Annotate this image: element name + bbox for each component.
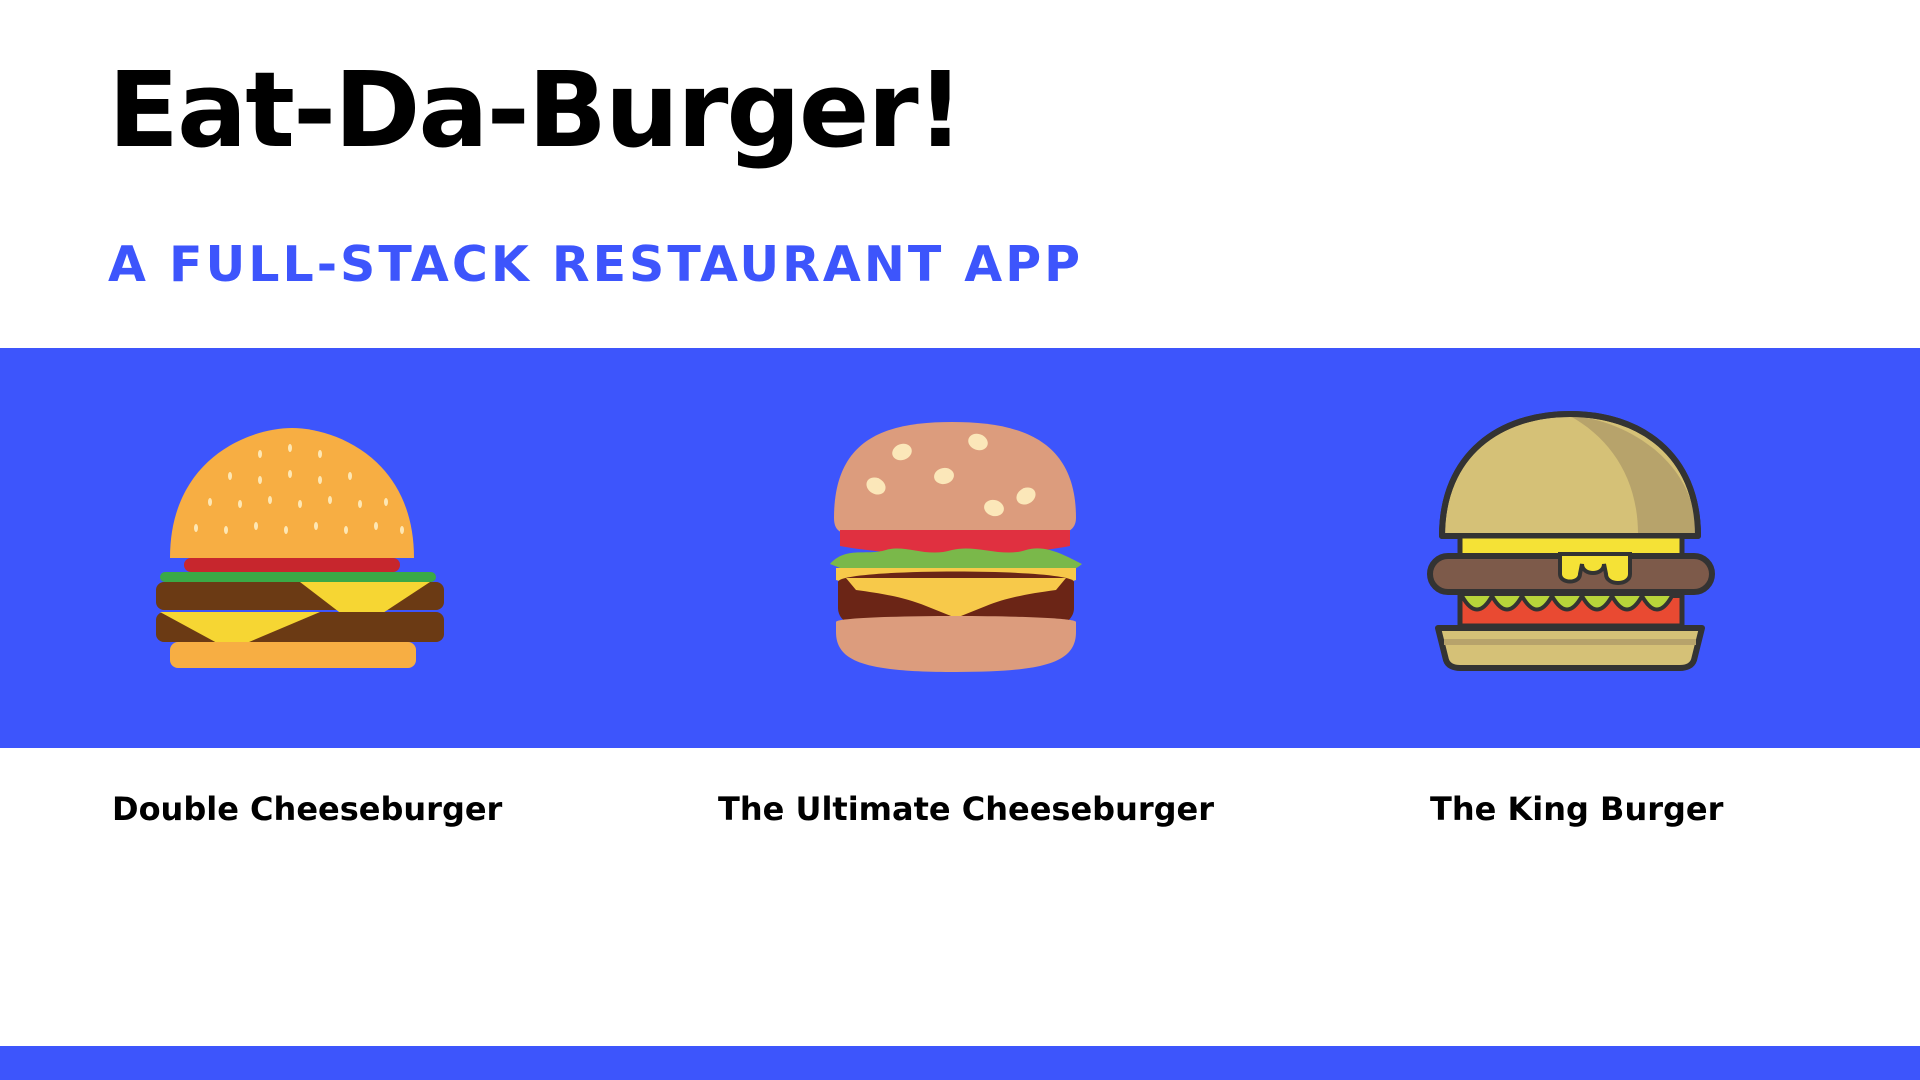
page-title: Eat-Da-Burger! xyxy=(108,49,964,171)
double-cheeseburger-icon xyxy=(150,418,460,670)
ultimate-cheeseburger-icon xyxy=(826,418,1086,674)
king-burger-icon xyxy=(1420,408,1720,672)
footer-bar xyxy=(0,1046,1920,1080)
burger-name: The Ultimate Cheeseburger xyxy=(718,790,1215,828)
burger-name: Double Cheeseburger xyxy=(112,790,503,828)
burger-name: The King Burger xyxy=(1430,790,1724,828)
page-subtitle: A FULL-STACK RESTAURANT APP xyxy=(108,236,1084,293)
page-header: Eat-Da-Burger! xyxy=(108,49,964,171)
